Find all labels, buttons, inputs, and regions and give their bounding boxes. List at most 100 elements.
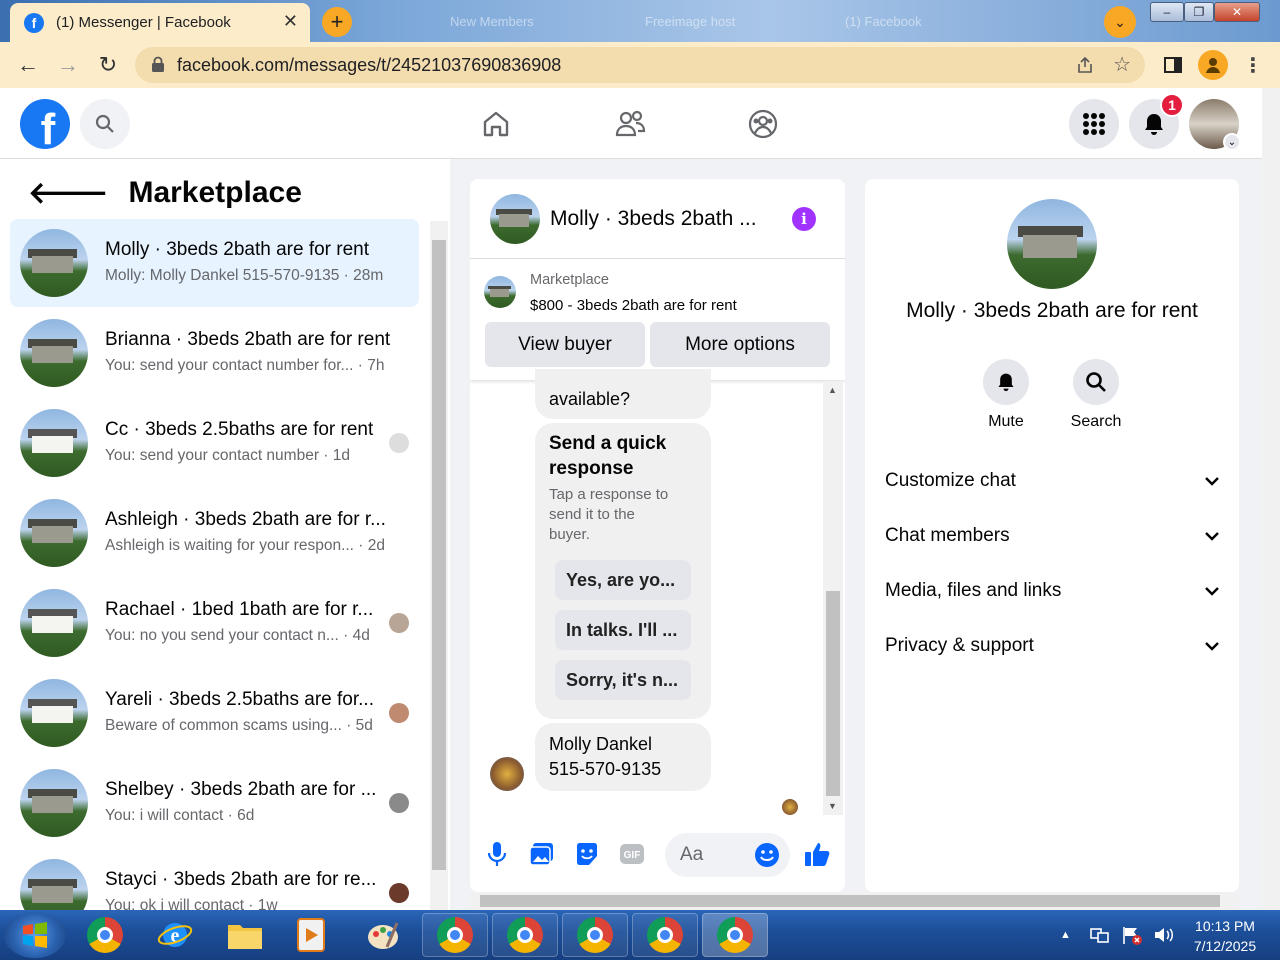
marketplace-heading: Marketplace	[128, 176, 302, 209]
section-label: Chat members	[885, 525, 1010, 546]
start-button[interactable]	[4, 912, 66, 958]
chrome-icon	[507, 917, 543, 953]
account-avatar[interactable]: ⌄	[1189, 99, 1241, 151]
paint-palette-icon	[368, 922, 399, 949]
chrome-icon	[87, 917, 123, 953]
scroll-down-icon[interactable]: ▼	[828, 801, 837, 811]
conversation-snippet: You: no you send your contact n... · 4d	[105, 627, 370, 644]
menu-grid-button[interactable]	[1069, 99, 1119, 149]
groups-icon[interactable]	[745, 106, 781, 142]
quick-response-hint: Tap a response to	[549, 486, 669, 503]
notification-badge: 1	[1160, 93, 1184, 117]
microphone-icon[interactable]	[482, 839, 512, 869]
thumbs-up-icon[interactable]	[802, 839, 832, 869]
view-buyer-button[interactable]: View buyer	[485, 322, 645, 367]
browser-titlebar: f (1) Messenger | Facebook ✕ + New Membe…	[0, 0, 1280, 42]
emoji-icon[interactable]	[752, 840, 782, 870]
home-icon[interactable]	[478, 106, 514, 142]
browser-menu-icon[interactable]: ⋮	[1240, 52, 1266, 78]
taskbar-chrome-window[interactable]	[562, 913, 628, 957]
conversation-item[interactable]: Yareli · 3beds 2.5baths are for... Bewar…	[10, 669, 419, 757]
background-tab[interactable]: (1) Facebook	[845, 10, 922, 32]
action-center-flag-icon[interactable]	[1121, 925, 1143, 945]
side-panel-icon[interactable]	[1160, 52, 1186, 78]
info-icon[interactable]: i	[792, 207, 816, 231]
message-scrollbar[interactable]: ▲ ▼	[823, 381, 843, 815]
taskbar-internet-explorer[interactable]: e	[142, 913, 208, 957]
sticker-icon[interactable]	[572, 839, 602, 869]
background-tab[interactable]: Freeimage host	[645, 10, 735, 32]
listing-avatar	[20, 409, 88, 477]
maximize-button[interactable]: ❐	[1184, 2, 1214, 22]
minimize-button[interactable]: –	[1150, 2, 1184, 22]
conversation-item[interactable]: Shelbey · 3beds 2bath are for ... You: i…	[10, 759, 419, 847]
seen-avatar	[389, 433, 409, 453]
network-icon[interactable]	[1089, 925, 1111, 945]
browser-tab-active[interactable]: f (1) Messenger | Facebook ✕	[10, 3, 310, 42]
taskbar-paint[interactable]	[350, 913, 416, 957]
message-input-placeholder: Aa	[680, 844, 704, 865]
taskbar-chrome-window[interactable]	[632, 913, 698, 957]
reload-icon[interactable]: ↻	[94, 51, 122, 79]
profile-icon[interactable]	[1198, 50, 1228, 80]
listing-price-title[interactable]: $800 - 3beds 2bath are for rent	[530, 297, 737, 314]
window-close-button[interactable]: ✕	[1214, 2, 1260, 22]
quick-reply-chip[interactable]: Sorry, it's n...	[555, 660, 691, 700]
taskbar-file-explorer[interactable]	[212, 913, 278, 957]
horizontal-scrollbar[interactable]	[470, 892, 1239, 910]
conversation-item[interactable]: Ashleigh · 3beds 2bath are for r... Ashl…	[10, 489, 419, 577]
page-scrollbar[interactable]	[1262, 88, 1280, 910]
address-bar[interactable]: facebook.com/messages/t/2452103769083690…	[135, 47, 1145, 83]
facebook-search-button[interactable]	[80, 99, 130, 149]
more-options-button[interactable]: More options	[650, 322, 830, 367]
chat-header: Molly · 3beds 2bath ... i	[470, 179, 845, 259]
customize-chat-row[interactable]: Customize chat	[885, 461, 1220, 501]
background-tab[interactable]: New Members	[450, 10, 534, 32]
conversation-item[interactable]: Cc · 3beds 2.5baths are for rent You: se…	[10, 399, 419, 487]
quick-reply-chip[interactable]: Yes, are yo...	[555, 560, 691, 600]
tab-search-chevron-icon[interactable]: ⌄	[1104, 6, 1136, 38]
show-hidden-icons-icon[interactable]: ▲	[1060, 929, 1071, 941]
facebook-logo-icon[interactable]: f	[20, 99, 70, 149]
clock-time: 10:13 PM	[1195, 918, 1255, 934]
taskbar-chrome[interactable]	[72, 913, 138, 957]
volume-icon[interactable]	[1153, 925, 1175, 945]
taskbar-chrome-window-active[interactable]	[702, 913, 768, 957]
system-clock[interactable]: 10:13 PM 7/12/2025	[1180, 916, 1270, 956]
conversation-item[interactable]: Molly · 3beds 2bath are for rent Molly: …	[10, 219, 419, 307]
scroll-up-icon[interactable]: ▲	[828, 385, 837, 395]
quick-response-hint: send it to the	[549, 506, 635, 523]
windows-logo-icon	[23, 922, 47, 948]
back-arrow-icon[interactable]: ←	[14, 51, 42, 79]
forward-arrow-icon[interactable]: →	[54, 51, 82, 79]
photo-icon[interactable]	[527, 839, 557, 869]
tab-close-icon[interactable]: ✕	[283, 11, 298, 32]
gif-icon[interactable]: GIF	[617, 839, 647, 869]
quick-reply-chip[interactable]: In talks. I'll ...	[555, 610, 691, 650]
quick-response-title: Send a quick	[549, 433, 667, 454]
taskbar-chrome-window[interactable]	[422, 913, 488, 957]
privacy-support-row[interactable]: Privacy & support	[885, 626, 1220, 666]
conversation-list-scrollbar[interactable]	[430, 221, 448, 910]
media-files-links-row[interactable]: Media, files and links	[885, 571, 1220, 611]
chat-avatar[interactable]	[490, 194, 540, 244]
share-icon[interactable]	[1075, 55, 1095, 75]
conversation-list-panel: 🡐 Marketplace Molly · 3beds 2bath are fo…	[0, 159, 450, 910]
scrollbar-thumb[interactable]	[432, 240, 446, 870]
chat-title[interactable]: Molly · 3beds 2bath ...	[550, 207, 757, 231]
bookmark-star-icon[interactable]: ☆	[1113, 52, 1131, 77]
new-tab-button[interactable]: +	[322, 7, 352, 37]
back-arrow-icon[interactable]: 🡐	[28, 175, 108, 211]
search-in-chat-button[interactable]: Search	[1051, 359, 1141, 431]
chat-members-row[interactable]: Chat members	[885, 516, 1220, 556]
conversation-item[interactable]: Rachael · 1bed 1bath are for r... You: n…	[10, 579, 419, 667]
friends-icon[interactable]	[612, 106, 648, 142]
mute-button[interactable]: Mute	[961, 359, 1051, 431]
taskbar-media-player[interactable]	[278, 913, 344, 957]
scrollbar-thumb[interactable]	[480, 895, 1220, 907]
chevron-down-icon	[1205, 642, 1219, 651]
scrollbar-thumb[interactable]	[826, 591, 840, 796]
taskbar-chrome-window[interactable]	[492, 913, 558, 957]
conversation-item[interactable]: Brianna · 3beds 2bath are for rent You: …	[10, 309, 419, 397]
conversation-item[interactable]: Stayci · 3beds 2bath are for re... You: …	[10, 849, 419, 910]
